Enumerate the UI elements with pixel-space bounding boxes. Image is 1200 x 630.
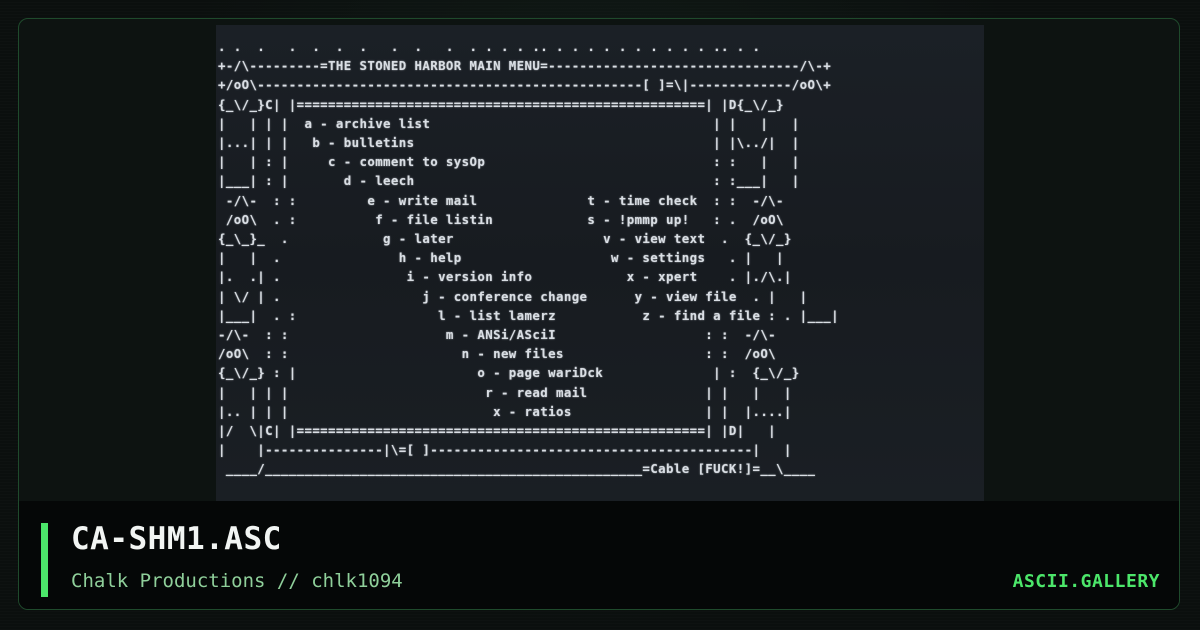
artwork-credit: Chalk Productions // chlk1094: [71, 570, 403, 592]
preview-card: . . . . . . . . . . . . . . .. . . . . .…: [18, 18, 1180, 610]
site-brand: ASCII.GALLERY: [1012, 571, 1160, 592]
accent-bar: [41, 523, 48, 597]
artwork-title: CA-SHM1.ASC: [71, 521, 282, 557]
ascii-art-text: . . . . . . . . . . . . . . .. . . . . .…: [218, 39, 839, 477]
card-footer: CA-SHM1.ASC Chalk Productions // chlk109…: [19, 501, 1179, 609]
ascii-art-preview: . . . . . . . . . . . . . . .. . . . . .…: [216, 25, 984, 501]
